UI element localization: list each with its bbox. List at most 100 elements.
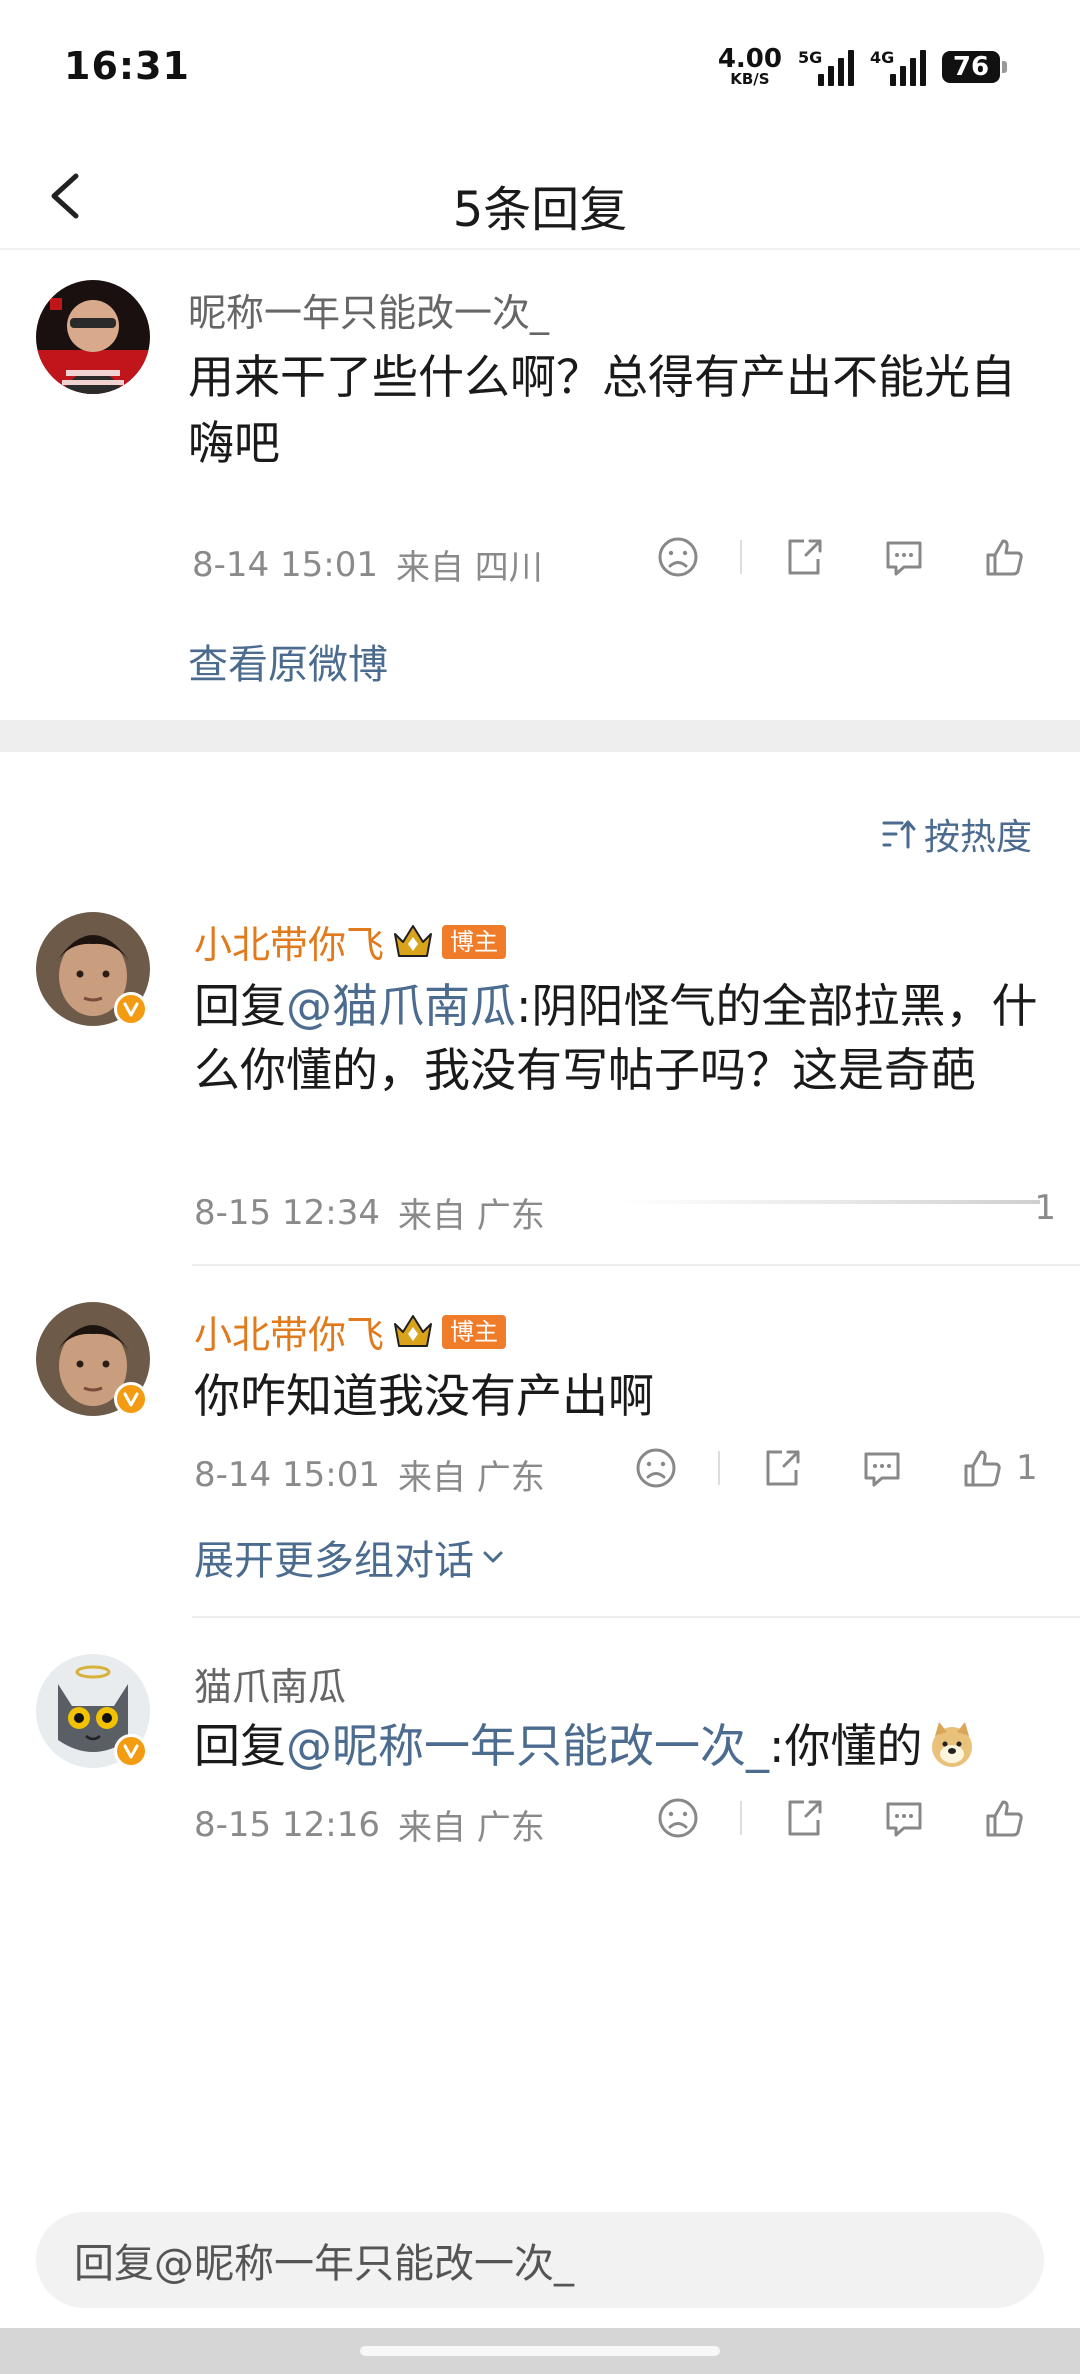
expand-label: 展开更多组对话 [194, 1538, 474, 1584]
chevron-down-icon [483, 1551, 503, 1563]
dislike-button[interactable] [634, 1446, 678, 1490]
comment-icon [886, 1802, 922, 1837]
like-count: 1 [1034, 1188, 1056, 1228]
crown-icon [394, 1314, 433, 1347]
reply-username-row: 小北带你飞 博主 [194, 914, 507, 969]
signal-5g-icon: 5G [798, 48, 854, 86]
reply-username[interactable]: 小北带你飞 [194, 914, 384, 969]
verified-icon [114, 1734, 148, 1768]
battery-level: 76 [952, 51, 990, 82]
reply-meta: 8-15 12:34 来自 广东 [194, 1188, 545, 1237]
signal-4g-icon: 4G [870, 48, 926, 86]
reply-button[interactable] [882, 1796, 926, 1840]
share-icon [788, 539, 822, 575]
reply-meta: 8-14 15:01 来自 广东 [194, 1450, 545, 1499]
reply-meta: 8-15 12:16 来自 广东 [194, 1800, 545, 1849]
signal-5g-label: 5G [798, 47, 823, 67]
comment-content: 用来干了些什么啊？总得有产出不能光自嗨吧 [188, 350, 1016, 470]
status-time: 16:31 [64, 44, 190, 88]
sort-by-hot-button[interactable]: 按热度 [880, 808, 1032, 860]
share-button[interactable] [782, 535, 826, 579]
action-divider [740, 540, 742, 574]
comment-icon [886, 541, 922, 576]
share-button[interactable] [782, 1796, 826, 1840]
home-indicator-bar [0, 2328, 1080, 2374]
reply-content: 回复@猫爪南瓜:阴阳怪气的全部拉黑，什么你懂的，我没有写帖子吗？这是奇葩 [194, 974, 1044, 1102]
expand-conversation-link[interactable]: 展开更多组对话 [194, 1528, 506, 1586]
faded-action-strip [620, 1200, 1040, 1204]
dislike-button[interactable] [656, 535, 700, 579]
reply-button[interactable] [882, 535, 926, 579]
reply-separator [192, 1616, 1080, 1618]
reply-username-row: 小北带你飞 博主 [194, 1304, 507, 1359]
reply-separator [192, 1264, 1080, 1266]
reply-actions: 1 [634, 1446, 1038, 1490]
like-count: 1 [1016, 1448, 1038, 1488]
sort-icon [882, 820, 916, 849]
reply-item: 小北带你飞 博主 你咋知道我没有产出啊 8-14 15:01 来自 广东 1 展… [0, 1300, 1080, 1618]
reply-input[interactable]: 回复@昵称一年只能改一次_ [36, 2212, 1044, 2308]
reply-input-placeholder: 回复@昵称一年只能改一次_ [74, 2241, 574, 2287]
comment-location: 来自 四川 [395, 548, 543, 588]
comment-icon [864, 1452, 900, 1487]
verified-icon [114, 1382, 148, 1416]
network-speed-unit: KB/S [730, 70, 770, 88]
reply-actions [656, 1796, 1026, 1840]
reply-content: 回复@昵称一年只能改一次_:你懂的 [194, 1714, 1044, 1778]
section-divider [0, 720, 1080, 752]
reply-item: 小北带你飞 博主 回复@猫爪南瓜:阴阳怪气的全部拉黑，什么你懂的，我没有写帖子吗… [0, 908, 1080, 1268]
action-divider [718, 1451, 720, 1485]
like-button[interactable] [960, 1446, 1004, 1490]
like-button[interactable] [982, 535, 1026, 579]
reply-username[interactable]: 猫爪南瓜 [194, 1656, 346, 1711]
sad-face-icon [636, 1448, 676, 1488]
reply-time: 8-15 12:16 [194, 1804, 380, 1845]
nav-bar: 5条回复 [0, 140, 1080, 250]
home-indicator[interactable] [360, 2346, 720, 2356]
reply-location: 来自 广东 [397, 1458, 545, 1498]
host-badge: 博主 [442, 924, 507, 959]
reply-username-row: 猫爪南瓜 [194, 1656, 346, 1711]
network-speed: 4.00 KB/S [718, 46, 782, 87]
comment-username[interactable]: 昵称一年只能改一次_ [188, 282, 549, 337]
sad-face-icon [658, 1798, 698, 1838]
reply-button[interactable] [860, 1446, 904, 1490]
thumbs-up-icon [964, 1450, 1001, 1487]
reply-time: 8-15 12:34 [194, 1192, 380, 1233]
reply-prefix: 回复 [194, 979, 286, 1033]
comment-meta: 8-14 15:01 来自 四川 [192, 540, 543, 589]
reply-prefix: 回复 [194, 1719, 286, 1773]
mention-link[interactable]: @猫爪南瓜 [286, 979, 516, 1033]
action-divider [740, 1801, 742, 1835]
verified-icon [114, 992, 148, 1026]
doge-emoji-icon [931, 1722, 972, 1767]
thumbs-up-icon [986, 539, 1023, 576]
avatar[interactable] [36, 280, 150, 394]
original-comment: 昵称一年只能改一次_ 用来干了些什么啊？总得有产出不能光自嗨吧 8-14 15:… [0, 252, 1080, 718]
share-icon [788, 1800, 822, 1836]
reply-username[interactable]: 小北带你飞 [194, 1304, 384, 1359]
status-icons: 4.00 KB/S 5G 4G 76 [718, 46, 1007, 87]
reply-location: 来自 广东 [397, 1808, 545, 1848]
reply-text: :你懂的 [769, 1719, 923, 1773]
comment-time: 8-14 15:01 [192, 544, 378, 585]
page-title: 5条回复 [452, 182, 628, 238]
reply-time: 8-14 15:01 [194, 1454, 380, 1495]
reply-like-count: 1 [1034, 1188, 1056, 1228]
comment-actions [656, 535, 1026, 579]
share-button[interactable] [760, 1446, 804, 1490]
crown-icon [394, 924, 433, 957]
share-icon [766, 1450, 800, 1486]
reply-content: 你咋知道我没有产出啊 [194, 1369, 654, 1423]
sad-face-icon [658, 537, 698, 577]
like-button[interactable] [982, 1796, 1026, 1840]
battery-icon: 76 [942, 50, 1007, 83]
host-badge: 博主 [442, 1314, 507, 1349]
mention-link[interactable]: @昵称一年只能改一次_ [286, 1719, 769, 1773]
reply-location: 来自 广东 [397, 1196, 545, 1236]
sort-label: 按热度 [923, 817, 1032, 858]
network-speed-value: 4.00 [717, 44, 782, 74]
view-original-link[interactable]: 查看原微博 [188, 632, 388, 690]
reply-item: 猫爪南瓜 回复@昵称一年只能改一次_:你懂的 8-15 12:16 来自 广东 [0, 1652, 1080, 1852]
dislike-button[interactable] [656, 1796, 700, 1840]
